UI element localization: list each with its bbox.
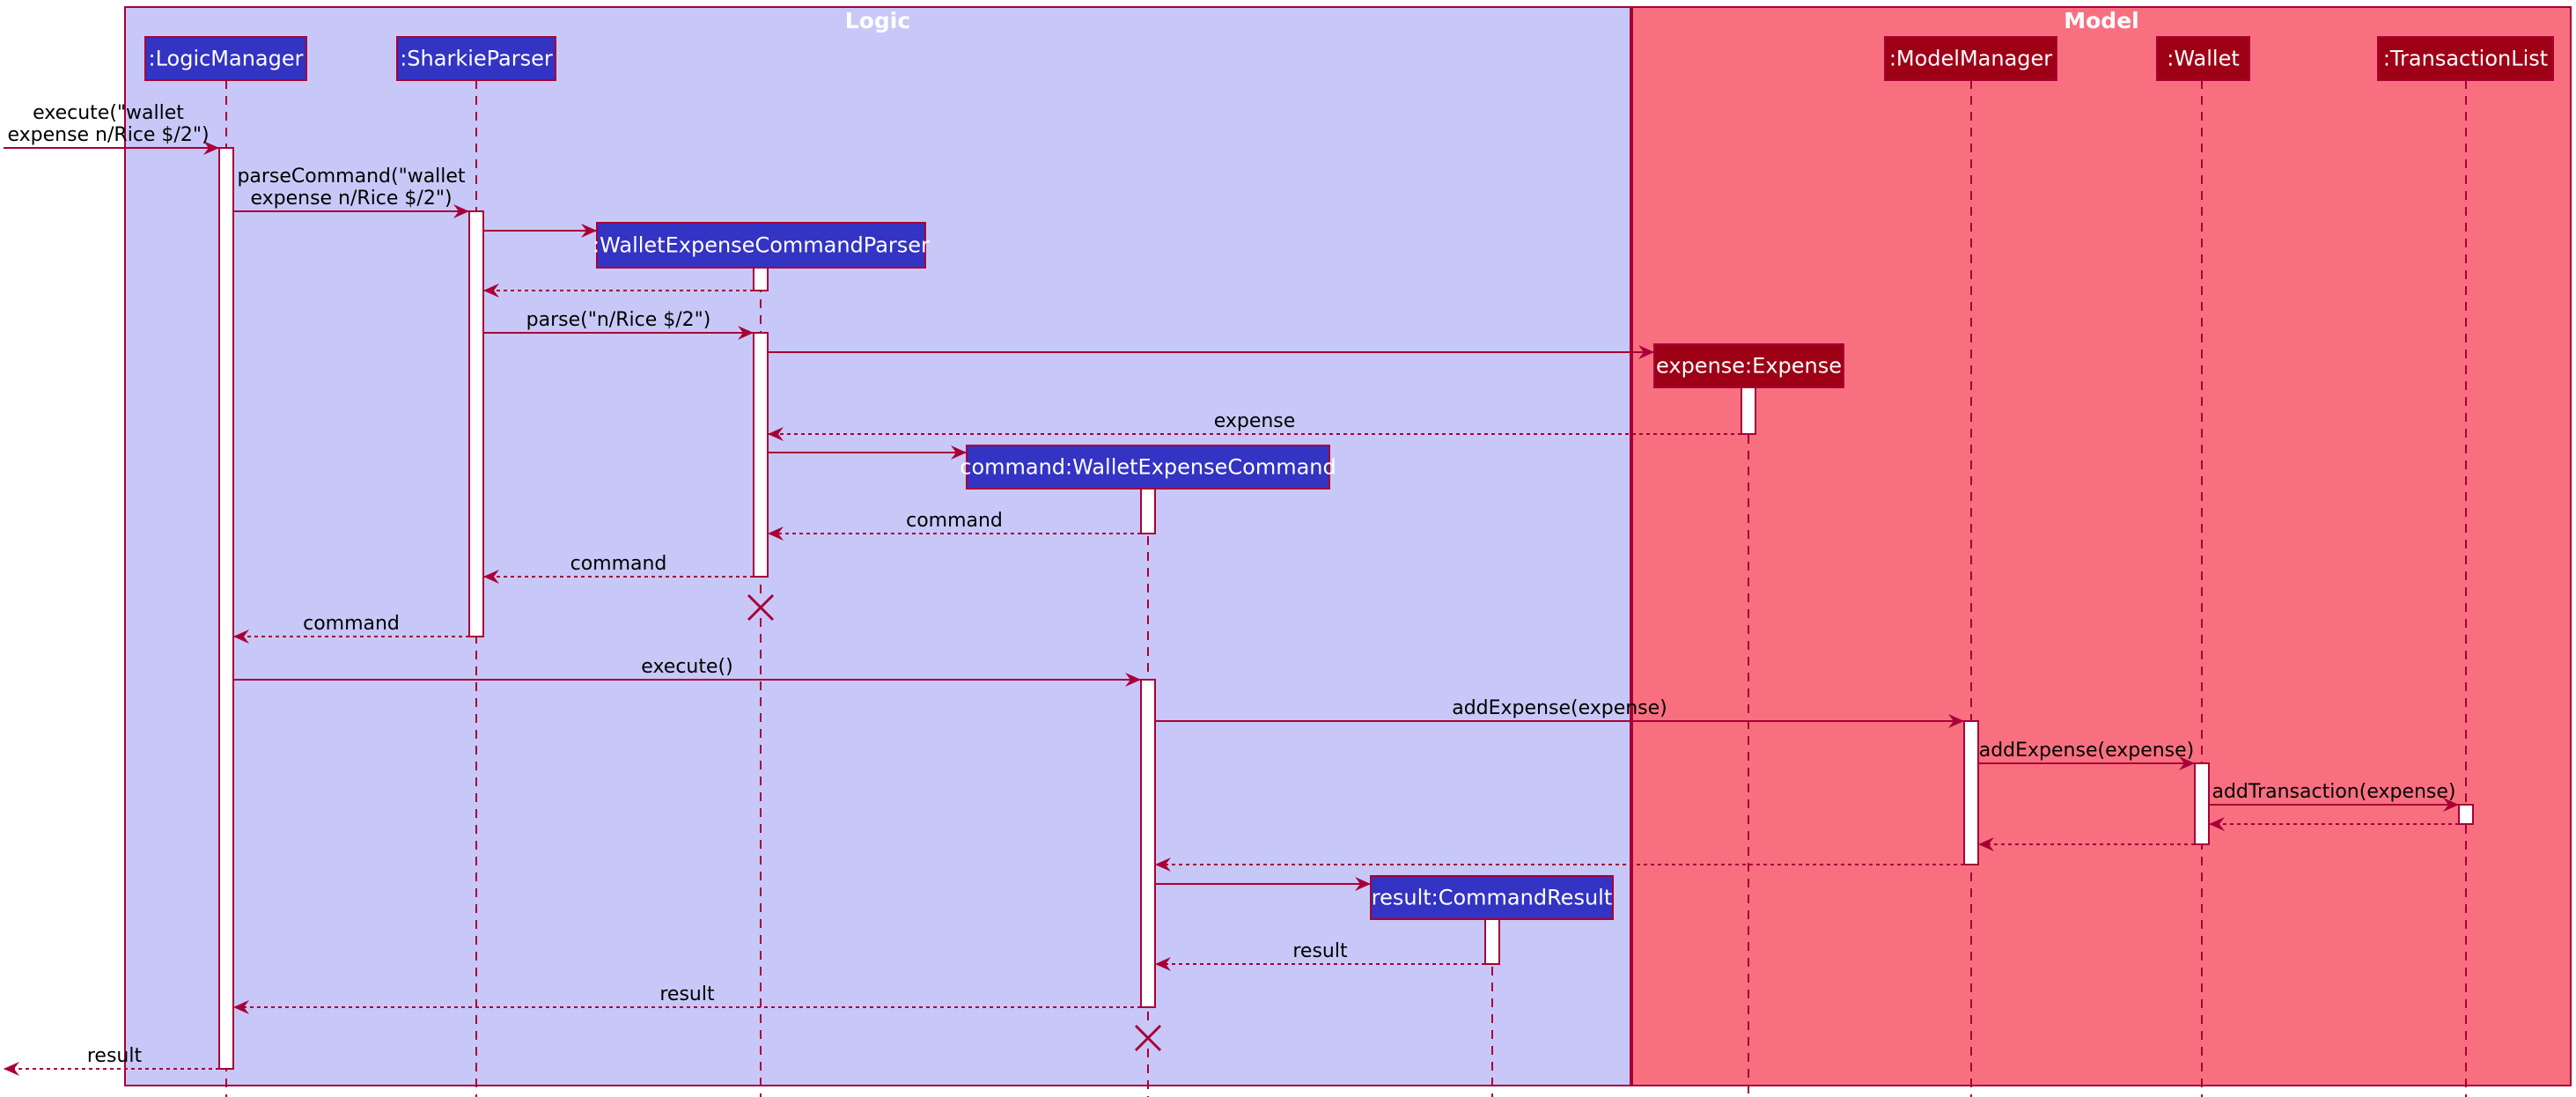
- message-call-14: addTransaction(expense): [2209, 781, 2459, 812]
- activation-bar-lm: [218, 147, 234, 1070]
- activation-bar-mm: [1963, 720, 1979, 865]
- participant-label: expense:Expense: [1656, 354, 1842, 379]
- frame-title-logic: Logic: [845, 8, 910, 33]
- message-label: result: [1292, 940, 1348, 962]
- message-label: command: [303, 613, 400, 635]
- message-label: result: [87, 1045, 143, 1067]
- participant-tl[interactable]: :TransactionList: [2377, 36, 2554, 81]
- message-label: command: [570, 553, 667, 575]
- message-label: command: [906, 510, 1003, 532]
- participant-label: command:WalletExpenseCommand: [960, 455, 1336, 480]
- activation-bar-tl: [2458, 804, 2474, 825]
- activation-bar-wal: [2194, 762, 2210, 845]
- message-label: addTransaction(expense): [2212, 781, 2455, 803]
- activation-bar-cmd: [1140, 488, 1156, 534]
- participant-label: :Wallet: [2167, 47, 2240, 71]
- message-label: parseCommand("wallet: [237, 166, 465, 188]
- message-call-1: parseCommand("walletexpense n/Rice $/2"): [233, 166, 469, 218]
- message-label: execute(): [641, 656, 732, 678]
- participant-label: :WalletExpenseCommandParser: [592, 233, 930, 258]
- activation-bar-exp: [1741, 387, 1756, 435]
- participant-wecp[interactable]: :WalletExpenseCommandParser: [592, 222, 930, 269]
- sequence-diagram: Logic Model :LogicManager :SharkieParser :W…: [4, 6, 2572, 1097]
- activation-bar-sp: [468, 210, 484, 637]
- message-label: expense n/Rice $/2"): [250, 188, 452, 210]
- participant-label: result:CommandResult: [1372, 886, 1613, 910]
- participant-label: :TransactionList: [2383, 47, 2548, 71]
- message-label: result: [659, 983, 715, 1005]
- activation-bar-res: [1484, 918, 1500, 965]
- frame-model: [1631, 6, 2572, 1086]
- message-label: addExpense(expense): [1979, 740, 2195, 762]
- frame-title-model: Model: [2064, 8, 2138, 33]
- message-label: expense n/Rice $/2"): [7, 124, 209, 146]
- participant-sp[interactable]: :SharkieParser: [396, 36, 556, 81]
- participant-lm[interactable]: :LogicManager: [144, 36, 307, 81]
- activation-bar-wecp: [753, 267, 769, 291]
- activation-bar-wecp: [753, 332, 769, 578]
- participant-label: :ModelManager: [1889, 47, 2052, 71]
- participant-exp[interactable]: expense:Expense: [1653, 343, 1844, 388]
- message-label: parse("n/Rice $/2"): [526, 309, 711, 331]
- participant-mm[interactable]: :ModelManager: [1884, 36, 2057, 81]
- message-label: addExpense(expense): [1452, 697, 1667, 719]
- activation-bar-cmd: [1140, 679, 1156, 1008]
- participant-label: :SharkieParser: [400, 47, 553, 71]
- participant-cmd[interactable]: command:WalletExpenseCommand: [960, 445, 1336, 490]
- message-call-13: addExpense(expense): [1978, 740, 2195, 770]
- message-label: execute("wallet: [33, 102, 184, 124]
- participant-res[interactable]: result:CommandResult: [1370, 875, 1614, 920]
- message-label: expense: [1214, 410, 1296, 432]
- participant-label: :LogicManager: [148, 47, 303, 71]
- participant-wal[interactable]: :Wallet: [2156, 36, 2250, 81]
